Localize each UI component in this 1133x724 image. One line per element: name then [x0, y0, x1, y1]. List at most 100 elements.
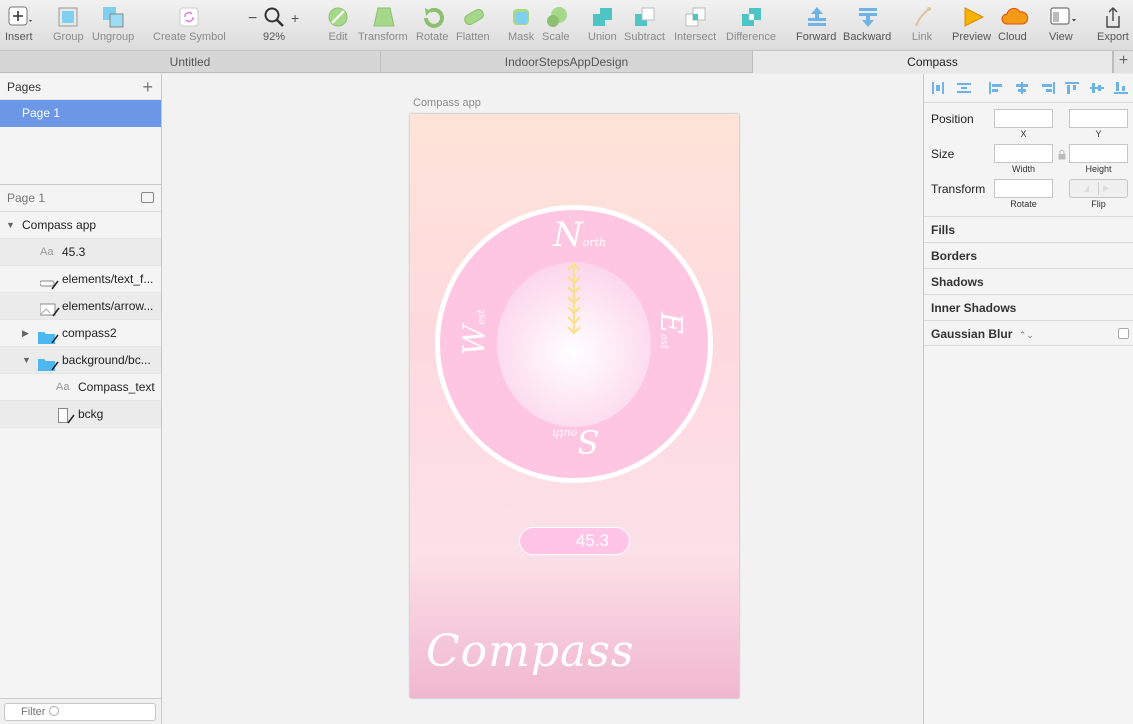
link-button[interactable]: Link	[911, 6, 933, 43]
layer-text[interactable]: Aa 45.3	[0, 239, 161, 266]
backward-button[interactable]: Backward	[843, 6, 891, 43]
disclosure-closed-icon[interactable]: ▶	[22, 320, 29, 347]
south-label: South	[552, 422, 600, 460]
filter-input[interactable]	[4, 703, 156, 721]
artboard[interactable]: North South East West 45.3 Compass	[410, 114, 739, 698]
width-label: Width	[1011, 164, 1035, 174]
mask-button[interactable]: Mask	[508, 6, 534, 43]
layer-image[interactable]: elements/arrow...	[0, 293, 161, 320]
insert-button[interactable]: Insert	[5, 6, 33, 43]
zoom-in-button[interactable]: +	[291, 10, 299, 26]
layer-symbol[interactable]: elements/text_f...	[0, 266, 161, 293]
pages-header: Pages +	[0, 74, 161, 100]
align-top-icon[interactable]	[1065, 82, 1079, 94]
inspector-panel: Position X Y Size Width Height Transform…	[923, 74, 1133, 724]
page-item[interactable]: Page 1	[0, 100, 161, 127]
layer-group[interactable]: ▶ compass2	[0, 320, 161, 347]
y-input[interactable]	[1069, 109, 1128, 128]
add-page-button[interactable]: +	[142, 74, 153, 100]
x-input[interactable]	[994, 109, 1053, 128]
align-center-icon[interactable]	[1015, 82, 1029, 94]
align-middle-icon[interactable]	[1090, 82, 1104, 94]
group-icon	[57, 6, 79, 28]
zoom-out-button[interactable]: −	[248, 10, 257, 28]
export-button[interactable]: Export	[1097, 6, 1129, 43]
view-button[interactable]: View	[1049, 6, 1076, 43]
borders-section[interactable]: Borders	[924, 242, 1133, 268]
scale-button[interactable]: Scale	[542, 6, 570, 43]
height-input[interactable]	[1069, 144, 1128, 163]
heading-readout[interactable]: 45.3	[519, 527, 630, 555]
rotate-input[interactable]	[994, 179, 1053, 198]
create-symbol-button[interactable]: Create Symbol	[153, 6, 226, 43]
union-button[interactable]: Union	[588, 6, 617, 43]
layer-group[interactable]: ▼ background/bc...	[0, 347, 161, 374]
collapse-layers-icon[interactable]	[141, 192, 154, 203]
union-icon	[591, 6, 613, 28]
preview-button[interactable]: Preview	[952, 6, 991, 43]
group-button[interactable]: Group	[53, 6, 84, 43]
pages-title: Pages	[7, 80, 42, 94]
flip-control[interactable]	[1069, 179, 1128, 198]
canvas[interactable]: Compass app North South East West 45.3 C…	[162, 74, 924, 724]
arrow-icon	[567, 262, 581, 335]
flatten-icon	[462, 6, 484, 28]
tab-compass[interactable]: Compass	[753, 51, 1113, 73]
chevron-updown-icon[interactable]: ⌃⌄	[1019, 330, 1034, 340]
search-icon	[49, 706, 59, 716]
gaussian-blur-section[interactable]: Gaussian Blur ⌃⌄	[924, 320, 1133, 346]
magnifier-icon	[263, 6, 285, 28]
inner-shadows-section[interactable]: Inner Shadows	[924, 294, 1133, 320]
distribute-horizontal-icon[interactable]	[931, 82, 945, 94]
layer-text[interactable]: Aa Compass_text	[0, 374, 161, 401]
forward-button[interactable]: Forward	[796, 6, 836, 43]
ungroup-icon	[102, 6, 124, 28]
disclosure-open-icon[interactable]: ▼	[6, 212, 15, 239]
artboard-title[interactable]: Compass app	[413, 97, 481, 109]
difference-button[interactable]: Difference	[726, 6, 776, 43]
disclosure-open-icon[interactable]: ▼	[22, 347, 31, 374]
x-label: X	[1020, 129, 1027, 139]
tab-indoor-steps[interactable]: IndoorStepsAppDesign	[381, 51, 753, 73]
lock-icon[interactable]	[1058, 149, 1066, 163]
plus-icon	[8, 6, 32, 28]
position-label: Position	[931, 112, 974, 126]
distribute-vertical-icon[interactable]	[957, 82, 971, 94]
pages-list-space	[0, 127, 161, 185]
edit-button[interactable]: Edit	[327, 6, 349, 43]
east-label: East	[653, 311, 689, 350]
layer-artboard[interactable]: ▼ Compass app	[0, 212, 161, 239]
subtract-button[interactable]: Subtract	[624, 6, 665, 43]
align-left-icon[interactable]	[989, 82, 1003, 94]
width-input[interactable]	[994, 144, 1053, 163]
add-tab-button[interactable]: +	[1113, 51, 1133, 73]
export-icon	[1102, 6, 1124, 28]
text-layer-icon: Aa	[40, 246, 54, 258]
compass-ring[interactable]: North South East West	[435, 205, 713, 483]
compass-title-text[interactable]: Compass	[426, 626, 634, 677]
cloud-button[interactable]: Cloud	[998, 6, 1029, 43]
rotate-icon	[421, 6, 445, 28]
intersect-button[interactable]: Intersect	[674, 6, 716, 43]
shadows-section[interactable]: Shadows	[924, 268, 1133, 294]
fills-section[interactable]: Fills	[924, 216, 1133, 242]
tab-untitled[interactable]: Untitled	[0, 51, 381, 73]
rotate-button[interactable]: Rotate	[416, 6, 448, 43]
transform-button[interactable]: Transform	[358, 6, 408, 43]
gaussian-blur-checkbox[interactable]	[1118, 328, 1129, 339]
zoom-control[interactable]: 92%	[263, 6, 285, 43]
layer-rectangle[interactable]: bckg	[0, 401, 161, 428]
alignment-bar	[924, 74, 1133, 103]
ungroup-button[interactable]: Ungroup	[92, 6, 134, 43]
link-icon	[911, 6, 933, 28]
flatten-button[interactable]: Flatten	[456, 6, 490, 43]
gaussian-blur-label: Gaussian Blur	[931, 327, 1013, 341]
cloud-icon	[1001, 6, 1029, 28]
send-backward-icon	[856, 6, 878, 28]
bring-forward-icon	[805, 6, 827, 28]
layers-header: Page 1	[0, 185, 161, 212]
align-bottom-icon[interactable]	[1114, 82, 1128, 94]
layers-panel: Pages + Page 1 Page 1 ▼ Compass app Aa 4…	[0, 74, 162, 724]
align-right-icon[interactable]	[1041, 82, 1055, 94]
rectangle-layer-icon	[58, 407, 76, 434]
